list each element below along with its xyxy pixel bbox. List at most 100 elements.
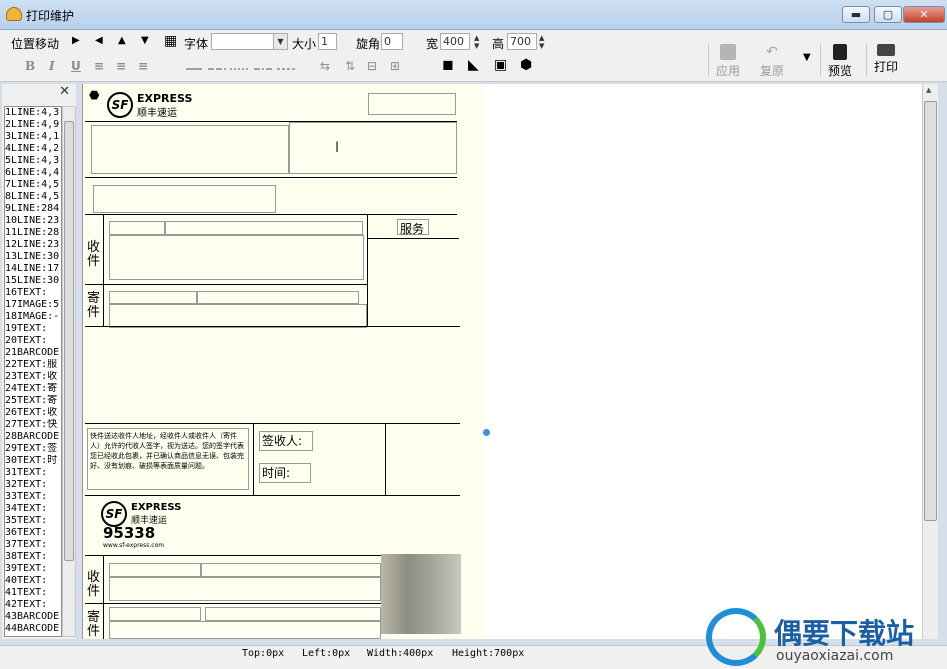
align-v-icon[interactable]: ⇅ (345, 59, 355, 73)
move-down-icon[interactable]: ▼ (141, 35, 149, 46)
same-width-icon[interactable]: ⊟ (367, 59, 377, 73)
list-item[interactable]: 5LINE:4,3 (5, 155, 61, 167)
dest-box[interactable] (289, 122, 457, 174)
list-item[interactable]: 20TEXT: (5, 335, 61, 347)
receiver-address-box-2[interactable] (109, 577, 381, 601)
list-item[interactable]: 44BARCODE (5, 623, 61, 635)
size-input[interactable]: 1 (318, 33, 337, 50)
height-spin-icon[interactable]: ▲ ▼ (539, 34, 544, 50)
maximize-button[interactable]: ▢ (874, 6, 902, 23)
list-item[interactable]: 4LINE:4,2 (5, 143, 61, 155)
close-button[interactable]: ✕ (903, 6, 945, 23)
sender-phone-box-2[interactable] (205, 607, 381, 621)
list-item[interactable]: 42TEXT: (5, 599, 61, 611)
rotate-input[interactable]: 0 (381, 33, 403, 50)
list-item[interactable]: 36TEXT: (5, 527, 61, 539)
list-item[interactable]: 40TEXT: (5, 575, 61, 587)
width-spin-icon[interactable]: ▲ ▼ (474, 34, 479, 50)
line-solid-icon[interactable] (186, 68, 202, 70)
list-item[interactable]: 32TEXT: (5, 479, 61, 491)
list-item[interactable]: 37TEXT: (5, 539, 61, 551)
list-item[interactable]: 19TEXT: (5, 323, 61, 335)
move-up-icon[interactable]: ▲ (118, 35, 126, 46)
resize-icon[interactable]: ◣ (468, 57, 479, 73)
close-icon[interactable]: ✕ (59, 84, 70, 99)
line-dash-icon[interactable] (208, 68, 226, 70)
design-canvas[interactable]: ⬣ SF EXPRESS 顺丰速运 I 收件 服务 寄件 快件送达收件人地址，经… (82, 84, 922, 639)
move-left-icon[interactable]: ◀ (95, 35, 103, 46)
origin-box[interactable] (91, 125, 289, 174)
list-item[interactable]: 11LINE:28 (5, 227, 61, 239)
restore-button[interactable]: ↶ 复原 (760, 44, 784, 79)
list-item[interactable]: 7LINE:4,5 (5, 179, 61, 191)
same-height-icon[interactable]: ⊞ (390, 59, 400, 73)
list-item[interactable]: 17IMAGE:5 (5, 299, 61, 311)
sender-name-box[interactable] (109, 291, 197, 304)
grid-icon[interactable]: ▦ (164, 33, 177, 49)
receiver-address-box[interactable] (109, 235, 364, 280)
list-item[interactable]: 25TEXT:寄 (5, 395, 61, 407)
list-item[interactable]: 43BARCODE (5, 611, 61, 623)
bring-front-icon[interactable]: ◼ (442, 57, 454, 73)
list-item[interactable]: 28BARCODE (5, 431, 61, 443)
list-item[interactable]: 45ITM:287 (5, 635, 61, 636)
list-item[interactable]: 13LINE:30 (5, 251, 61, 263)
align-h-icon[interactable]: ⇆ (320, 59, 330, 73)
font-select[interactable]: ▼ (211, 33, 288, 50)
list-item[interactable]: 15LINE:30 (5, 275, 61, 287)
list-item[interactable]: 18IMAGE:- (5, 311, 61, 323)
barcode-box[interactable] (368, 93, 456, 115)
list-item[interactable]: 29TEXT:签 (5, 443, 61, 455)
underline-button[interactable]: U (71, 59, 81, 73)
bold-button[interactable]: B (25, 59, 35, 73)
list-item[interactable]: 39TEXT: (5, 563, 61, 575)
align-right-icon[interactable]: ≡ (138, 59, 148, 73)
list-scrollbar[interactable] (62, 106, 76, 637)
list-item[interactable]: 35TEXT: (5, 515, 61, 527)
frame-icon[interactable]: ▣ (494, 57, 507, 73)
align-left-icon[interactable]: ≡ (94, 59, 104, 73)
qr-image[interactable] (381, 554, 461, 634)
list-item[interactable]: 38TEXT: (5, 551, 61, 563)
print-button[interactable]: 打印 (874, 44, 898, 75)
height-input[interactable]: 700 (507, 33, 537, 50)
minimize-button[interactable]: ▬ (842, 6, 870, 23)
width-input[interactable]: 400 (440, 33, 470, 50)
list-item[interactable]: 33TEXT: (5, 491, 61, 503)
list-item[interactable]: 34TEXT: (5, 503, 61, 515)
list-item[interactable]: 1LINE:4,3 (5, 107, 61, 119)
move-right-icon[interactable]: ▶ (72, 35, 80, 46)
list-scroll-thumb[interactable] (64, 121, 74, 561)
chevron-down-icon[interactable]: ▼ (273, 34, 287, 49)
shape-icon[interactable]: ⬢ (520, 57, 532, 73)
align-center-icon[interactable]: ≡ (116, 59, 126, 73)
resize-handle[interactable] (483, 429, 490, 436)
list-item[interactable]: 2LINE:4,9 (5, 119, 61, 131)
canvas-scroll-thumb[interactable] (924, 101, 937, 521)
sender-name-box-2[interactable] (109, 607, 201, 621)
list-item[interactable]: 10LINE:23 (5, 215, 61, 227)
list-item[interactable]: 14LINE:17 (5, 263, 61, 275)
list-item[interactable]: 24TEXT:寄 (5, 383, 61, 395)
preview-button[interactable]: 预览 (828, 44, 852, 79)
list-item[interactable]: 16TEXT: (5, 287, 61, 299)
list-item[interactable]: 6LINE:4,4 (5, 167, 61, 179)
canvas-scrollbar[interactable]: ▲ (922, 84, 938, 639)
code-box[interactable] (93, 185, 276, 213)
list-item[interactable]: 23TEXT:收 (5, 371, 61, 383)
list-item[interactable]: 21BARCODE (5, 347, 61, 359)
dropdown-arrow-icon[interactable]: ▼ (803, 52, 811, 63)
line-dashdot-icon[interactable] (254, 68, 272, 70)
sender-address-box-2[interactable] (109, 621, 381, 639)
print-paper[interactable]: ⬣ SF EXPRESS 顺丰速运 I 收件 服务 寄件 快件送达收件人地址，经… (83, 84, 483, 639)
list-item[interactable]: 31TEXT: (5, 467, 61, 479)
receiver-name-box-2[interactable] (109, 563, 201, 577)
list-item[interactable]: 26TEXT:收 (5, 407, 61, 419)
italic-button[interactable]: I (49, 59, 55, 73)
apply-button[interactable]: 应用 (716, 44, 740, 79)
receiver-phone-box-2[interactable] (201, 563, 381, 577)
sender-address-box[interactable] (109, 304, 367, 328)
sender-phone-box[interactable] (197, 291, 359, 304)
list-item[interactable]: 9LINE:284 (5, 203, 61, 215)
receiver-phone-box[interactable] (165, 221, 363, 235)
